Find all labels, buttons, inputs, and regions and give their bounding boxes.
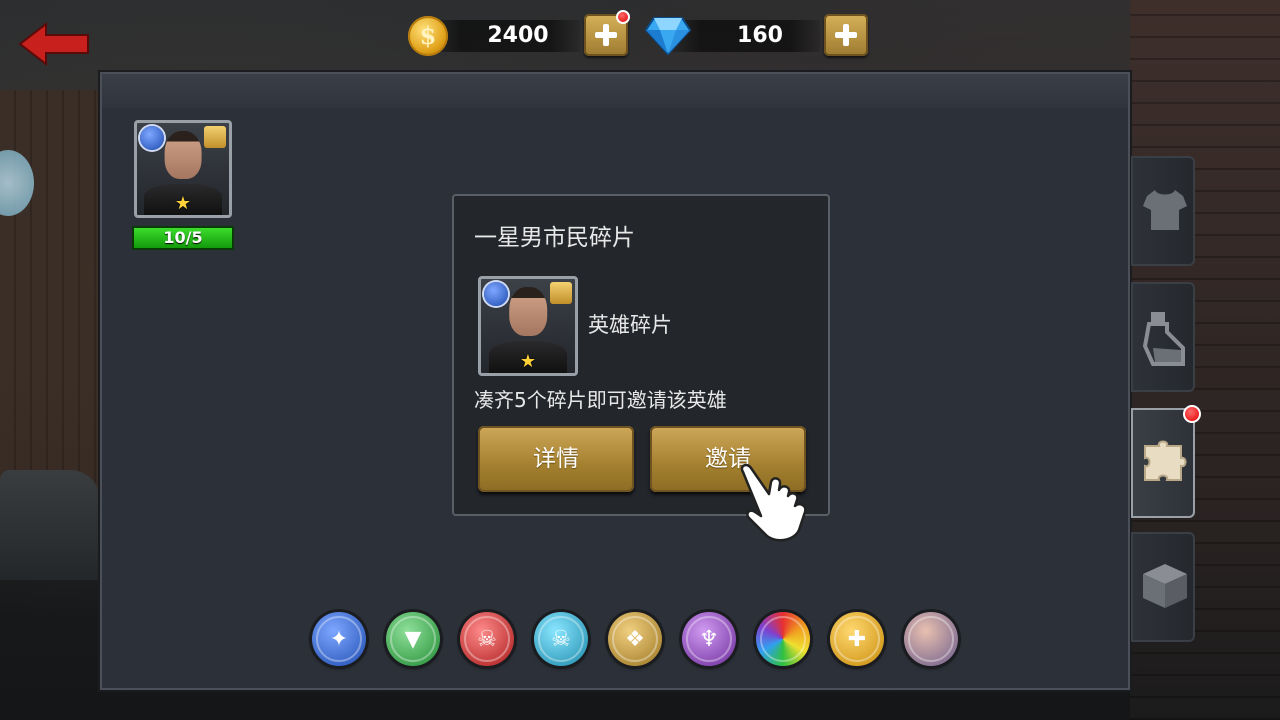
shards-tab-notification-dot <box>1183 405 1201 423</box>
triangle-faction-glyph: ▼ <box>404 626 422 652</box>
gold-amount: 2400 <box>487 23 549 48</box>
diamond-icon <box>644 17 692 56</box>
panel-header-strip <box>102 74 1128 108</box>
puzzle-icon <box>1144 440 1187 481</box>
star-icon: ★ <box>174 193 192 214</box>
tab-shards[interactable] <box>1131 408 1195 518</box>
tab-potions[interactable] <box>1131 282 1195 392</box>
popup-title: 一星男市民碎片 <box>474 225 635 251</box>
tutorial-hand-icon <box>740 463 807 542</box>
demon-faction-glyph: ♆ <box>699 626 719 652</box>
wing-faction-glyph: ✦ <box>329 626 349 652</box>
skull-cyan-faction-glyph: ☠ <box>551 626 571 652</box>
puzzle-filter-icon[interactable]: ✚ <box>830 612 884 666</box>
shard-puzzle-icon <box>550 282 572 304</box>
skull-red-faction-icon[interactable]: ☠ <box>460 612 514 666</box>
eagle-faction-icon[interactable]: ❖ <box>608 612 662 666</box>
potion-icon <box>1142 312 1185 366</box>
popup-item-type: 英雄碎片 <box>588 313 672 337</box>
shard-progress-text: 10/5 <box>163 228 203 247</box>
gold-coin-icon: $ <box>408 16 448 56</box>
box-icon <box>1143 564 1187 608</box>
details-button[interactable]: 详情 <box>478 426 634 492</box>
hero-portrait-head <box>509 287 547 336</box>
shirt-icon <box>1143 190 1187 230</box>
background-house <box>0 90 100 490</box>
eagle-faction-glyph: ❖ <box>625 626 645 652</box>
tab-items[interactable] <box>1131 532 1195 642</box>
hero-portrait-head <box>164 131 202 179</box>
popup-description: 凑齐5个碎片即可邀请该英雄 <box>474 388 727 412</box>
wing-faction-icon[interactable]: ✦ <box>312 612 366 666</box>
rainbow-all-icon[interactable] <box>756 612 810 666</box>
faction-badge-icon <box>484 282 508 306</box>
back-arrow-icon[interactable] <box>18 22 90 66</box>
demon-faction-icon[interactable]: ♆ <box>682 612 736 666</box>
heroes-group-icon[interactable] <box>904 612 958 666</box>
background-car <box>0 470 100 580</box>
skull-red-faction-glyph: ☠ <box>477 626 497 652</box>
diamond-amount: 160 <box>737 23 783 48</box>
star-icon: ★ <box>519 351 537 372</box>
triangle-faction-icon[interactable]: ▼ <box>386 612 440 666</box>
shard-progress-bar: 10/5 <box>132 226 234 250</box>
diamond-amount-bar: 160 <box>670 20 820 52</box>
puzzle-filter-glyph: ✚ <box>847 626 867 652</box>
shard-puzzle-icon <box>204 126 226 148</box>
faction-badge-icon <box>140 126 164 150</box>
popup-hero-card: ★ <box>478 276 578 376</box>
hero-shard-card[interactable]: ★ <box>134 120 232 218</box>
tab-equipment[interactable] <box>1131 156 1195 266</box>
gold-amount-bar: 2400 <box>430 20 580 52</box>
notification-dot <box>616 10 630 24</box>
buy-diamond-button[interactable] <box>824 14 868 56</box>
skull-cyan-faction-icon[interactable]: ☠ <box>534 612 588 666</box>
